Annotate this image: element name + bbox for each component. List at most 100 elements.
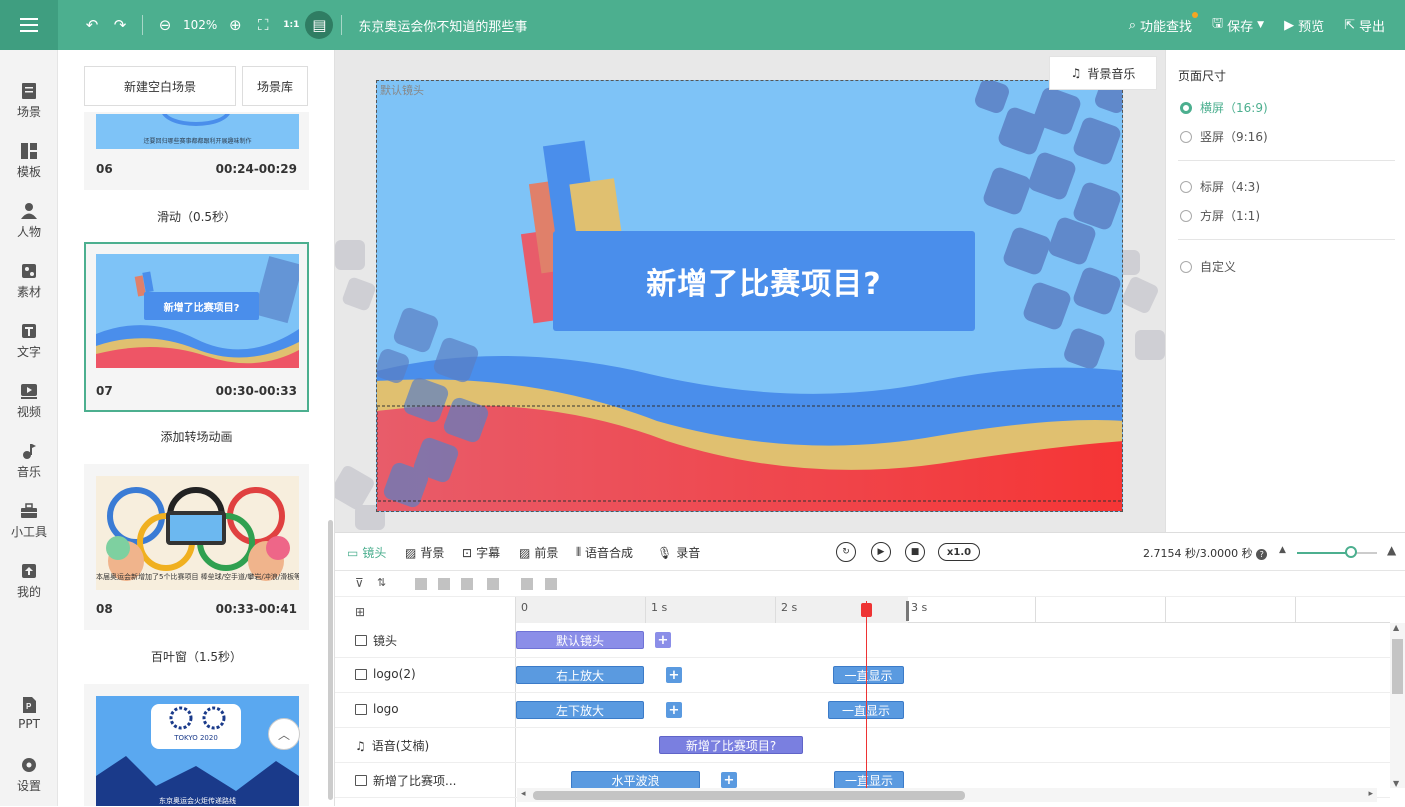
play-button[interactable]: ▶ — [871, 542, 891, 562]
nav-item-settings[interactable]: 设置 — [0, 756, 58, 794]
replay-button[interactable]: ↻ — [836, 542, 856, 562]
tab-lens[interactable]: ▭ 镜头 — [347, 544, 386, 561]
scroll-up-icon[interactable]: ▲ — [1393, 623, 1399, 632]
align-right-icon[interactable] — [461, 578, 473, 590]
track-label[interactable]: ♫ 语音(艾楠) — [355, 737, 429, 754]
add-transition-button[interactable]: 添加转场动画 — [84, 428, 309, 445]
scroll-to-top-button[interactable]: ︿ — [268, 718, 300, 750]
stage-canvas[interactable]: 新增了比赛项目? — [376, 80, 1123, 512]
export-button[interactable]: ⇱ 导出 — [1344, 16, 1385, 35]
redo-icon[interactable]: ↷ — [106, 11, 134, 39]
nav-item-ppt[interactable]: P PPT — [0, 696, 58, 731]
save-button[interactable]: 🖫 保存 ▼ — [1212, 14, 1264, 36]
stage-title[interactable]: 新增了比赛项目? — [553, 231, 975, 331]
align-center-icon[interactable] — [438, 578, 450, 590]
feature-search-button[interactable]: ⌕ 功能查找 — [1129, 11, 1199, 35]
clip-default-lens[interactable]: 默认镜头 — [516, 631, 644, 649]
nav-item-template[interactable]: 模板 — [0, 142, 58, 180]
nav-item-person[interactable]: 人物 — [0, 202, 58, 240]
nav-item-toolbox[interactable]: 小工具 — [0, 502, 58, 540]
add-clip-button[interactable]: + — [666, 702, 682, 718]
add-clip-button[interactable]: + — [721, 772, 737, 788]
track-label[interactable]: logo — [355, 702, 399, 716]
playhead-line[interactable] — [866, 601, 867, 793]
clip-stay-animation[interactable]: 一直显示 — [833, 666, 904, 684]
radio-button[interactable] — [1180, 260, 1192, 273]
scene-card-06[interactable]: 还要回归哪些赛事都都跟利开展趣味制作 06 00:24-00:29 — [84, 112, 309, 190]
stop-button[interactable]: ■ — [905, 542, 925, 562]
tab-record[interactable]: 🎙 录音 — [657, 544, 700, 561]
document-title[interactable]: 东京奥运会你不知道的那些事 — [358, 16, 527, 35]
nav-item-music[interactable]: 音乐 — [0, 442, 58, 480]
add-clip-button[interactable]: + — [666, 667, 682, 683]
preview-button[interactable]: ▶ 预览 — [1284, 16, 1324, 35]
help-icon[interactable]: ? — [1256, 549, 1268, 560]
zoom-in-mountain-icon[interactable]: ▲ — [1387, 543, 1396, 557]
radio-button[interactable] — [1180, 180, 1192, 193]
playback-speed-button[interactable]: x1.0 — [938, 543, 980, 561]
clip-voice[interactable]: 新增了比赛项目? — [659, 736, 803, 754]
undo-icon[interactable]: ↶ — [78, 11, 106, 39]
scroll-right-icon[interactable]: ▸ — [1368, 789, 1373, 799]
option-standard[interactable]: 标屏（4:3) — [1180, 178, 1260, 195]
scene-library-button[interactable]: 场景库 — [242, 66, 308, 106]
timeline-end-marker[interactable] — [906, 601, 909, 621]
nav-item-text[interactable]: 文字 — [0, 322, 58, 360]
group-icon[interactable] — [521, 578, 533, 590]
add-clip-button[interactable]: + — [655, 632, 671, 648]
tab-foreground[interactable]: ▨ 前景 — [519, 544, 558, 561]
align-left-icon[interactable] — [415, 578, 427, 590]
radio-button[interactable] — [1180, 101, 1192, 114]
timeline-vertical-scrollbar[interactable]: ▲ ▼ — [1390, 623, 1405, 788]
playhead-handle[interactable] — [861, 603, 872, 617]
scene-card-07[interactable]: 新增了比赛项目? 07 00:30-00:33 — [84, 242, 309, 412]
radio-button[interactable] — [1180, 130, 1192, 143]
clip-enter-animation[interactable]: 水平波浪 — [571, 771, 700, 789]
scroll-left-icon[interactable]: ◂ — [521, 789, 526, 799]
scrollbar-thumb[interactable] — [533, 791, 965, 800]
filter-icon[interactable]: ⊽ — [355, 576, 364, 590]
scroll-down-icon[interactable]: ▼ — [1393, 779, 1399, 788]
clip-enter-animation[interactable]: 左下放大 — [516, 701, 644, 719]
clip-stay-animation[interactable]: 一直显示 — [834, 771, 904, 789]
subtitle-toggle-icon[interactable]: ▤ — [305, 11, 334, 39]
tab-tts[interactable]: ⫴ 语音合成 — [576, 544, 633, 561]
layers-icon[interactable]: ⊞ — [355, 605, 365, 619]
scene-panel-scrollbar[interactable] — [328, 520, 333, 800]
track-label[interactable]: logo(2) — [355, 667, 416, 681]
nav-item-video[interactable]: 视频 — [0, 382, 58, 420]
option-square[interactable]: 方屏（1:1) — [1180, 207, 1260, 224]
tab-subtitle[interactable]: ⊡ 字幕 — [462, 544, 500, 561]
clip-enter-animation[interactable]: 右上放大 — [516, 666, 644, 684]
transition-label[interactable]: 百叶窗（1.5秒） — [84, 648, 309, 665]
hamburger-menu-icon[interactable] — [0, 0, 58, 50]
actual-size-icon[interactable]: 1:1 — [277, 11, 305, 39]
timeline-horizontal-scrollbar[interactable]: ◂ ▸ — [517, 788, 1377, 802]
new-blank-scene-button[interactable]: 新建空白场景 — [84, 66, 236, 106]
option-landscape[interactable]: 横屏（16:9) — [1180, 99, 1268, 116]
fullscreen-icon[interactable]: ⛶ — [249, 11, 277, 39]
timeline-ruler[interactable]: 0 1 s 2 s 3 s — [515, 597, 1390, 623]
zoom-out-icon[interactable]: ⊖ — [151, 11, 179, 39]
transition-label[interactable]: 滑动（0.5秒） — [84, 208, 309, 225]
nav-item-material[interactable]: 素材 — [0, 262, 58, 300]
track-label[interactable]: 新增了比赛项... — [355, 772, 456, 789]
zoom-out-mountain-icon[interactable]: ▲ — [1279, 545, 1286, 555]
track-label[interactable]: 镜头 — [355, 632, 397, 649]
timeline-zoom-handle[interactable] — [1345, 546, 1357, 558]
ungroup-icon[interactable] — [545, 578, 557, 590]
tab-background[interactable]: ▨ 背景 — [405, 544, 444, 561]
option-portrait[interactable]: 竖屏（9:16) — [1180, 128, 1268, 145]
sort-icon[interactable]: ⇅ — [377, 576, 386, 589]
zoom-in-icon[interactable]: ⊕ — [221, 11, 249, 39]
scrollbar-thumb[interactable] — [1392, 639, 1403, 694]
nav-item-mine[interactable]: 我的 — [0, 562, 58, 600]
radio-button[interactable] — [1180, 209, 1192, 222]
option-custom[interactable]: 自定义 — [1180, 258, 1236, 275]
option-label: 竖屏（9:16) — [1200, 130, 1268, 144]
distribute-icon[interactable] — [487, 578, 499, 590]
scene-card-08[interactable]: 本届奥运会新增加了5个比赛项目 棒垒球/空手道/攀岩/冲浪/滑板等5个大项 08… — [84, 464, 309, 630]
background-music-button[interactable]: ♫ 背景音乐 — [1049, 56, 1157, 90]
nav-item-scene[interactable]: 场景 — [0, 82, 58, 120]
timeline-zoom-slider[interactable] — [1297, 552, 1377, 554]
